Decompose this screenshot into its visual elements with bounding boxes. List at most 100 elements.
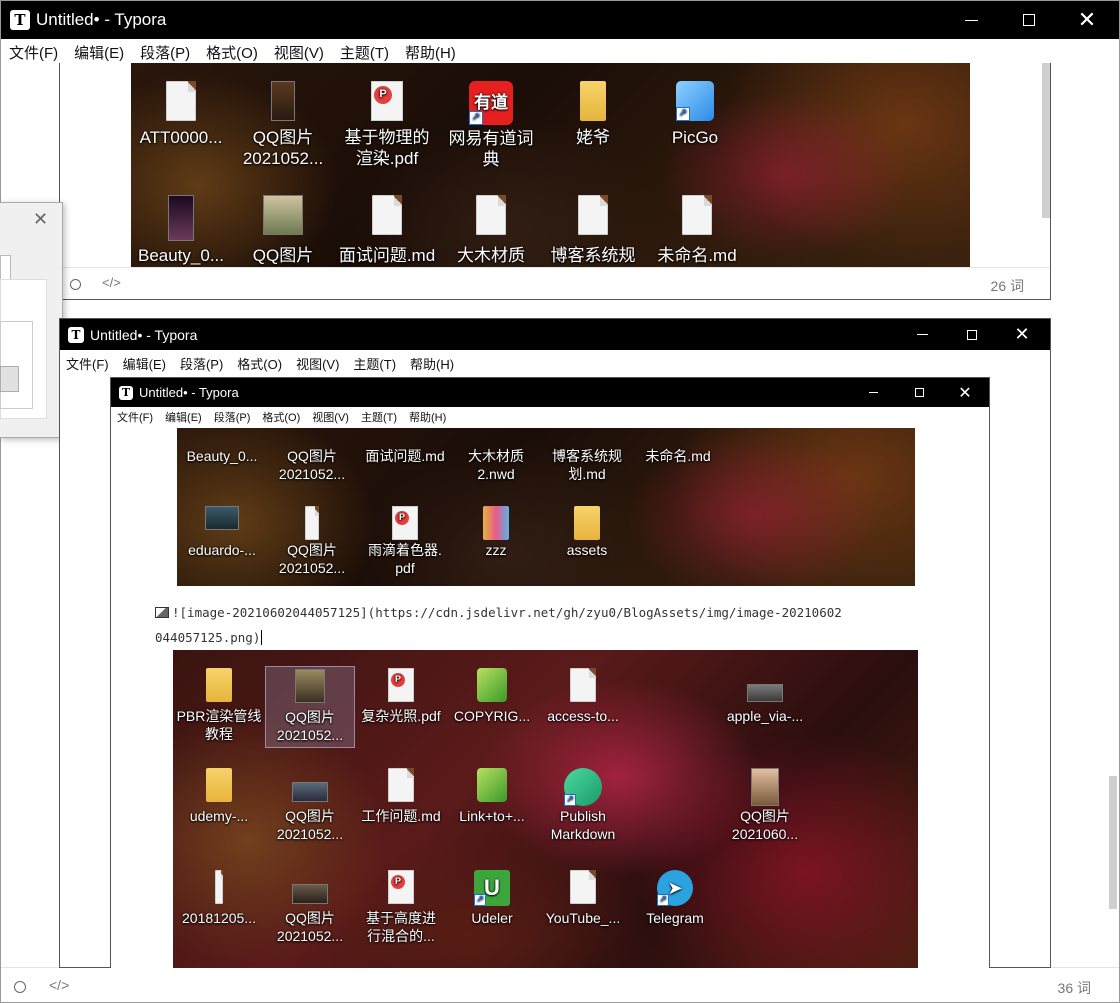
menu-theme[interactable]: 主题(T) [340,42,389,63]
shortcut-arrow-icon: ↗ [474,894,486,906]
typora-logo-icon: T [10,10,30,30]
inner1-statusbar: </> 26 词 [60,267,1050,299]
notepad-plus-plus-icon [477,768,507,802]
youdao-icon: 有道 ↗ [469,81,513,125]
dialog-button[interactable] [0,366,19,392]
menu-paragraph[interactable]: 段落(P) [214,409,251,425]
inner3-menubar: 文件(F) 编辑(E) 段落(P) 格式(O) 视图(V) 主题(T) 帮助(H… [111,407,989,427]
picgo-icon: ↗ [676,81,714,121]
image-thumb-icon [205,506,239,530]
outer-titlebar[interactable]: T Untitled• - Typora ✕ [1,1,1119,39]
desktop-icon: QQ图片 2021052... [265,768,355,843]
text-cursor [261,630,263,645]
desktop-icon: P 雨滴着色器. pdf [357,506,453,577]
file-icon [215,870,223,904]
desktop-icon: 大木材质 2.nwd [468,448,524,482]
desktop-icon: assets [539,506,635,560]
outer-statusbar: </> 36 词 [1,967,1119,1002]
desktop-icon: ↗ PicGo [647,81,743,148]
outer-scrollbar[interactable] [1109,776,1117,909]
dialog-tab[interactable] [0,255,11,281]
image-thumb-icon [751,768,779,806]
file-icon [388,768,414,802]
menu-format[interactable]: 格式(O) [206,42,258,63]
image-thumb-icon [295,669,325,703]
image-thumb-icon [292,884,328,904]
outline-toggle-icon[interactable] [14,981,26,993]
image-markdown-line[interactable]: ![image-20210602044057125](https://cdn.j… [155,600,955,650]
outline-toggle-icon[interactable] [70,279,81,290]
file-icon [578,195,609,235]
desktop-icon: 姥爷 [545,81,641,148]
desktop-icon: U ↗ Udeler [447,870,537,928]
menu-edit[interactable]: 编辑(E) [165,409,202,425]
menu-edit[interactable]: 编辑(E) [123,354,166,373]
udeler-icon: U ↗ [474,870,510,906]
inner3-titlebar[interactable]: T Untitled• - Typora ✕ [111,378,989,407]
inner2-titlebar[interactable]: T Untitled• - Typora ✕ [60,319,1050,350]
desktop-icon: 面试问题.md [365,448,445,464]
desktop-icon: 有道 ↗ 网易有道词 典 [441,81,541,171]
maximize-icon[interactable] [1001,1,1057,39]
menu-paragraph[interactable]: 段落(P) [140,42,190,63]
desktop-icon: 博客系统规 划.md [552,448,622,482]
file-icon [570,668,596,702]
menu-theme[interactable]: 主题(T) [361,409,397,425]
typora-logo-icon: T [68,326,84,343]
maximize-icon[interactable] [948,319,996,350]
image-thumb-icon [292,782,328,802]
pdf-icon: P [392,506,418,540]
menu-paragraph[interactable]: 段落(P) [180,354,223,373]
close-icon[interactable]: ✕ [998,319,1046,350]
source-mode-icon[interactable]: </> [102,275,121,290]
image-thumb-icon [271,81,295,121]
desktop-icon: 未命名.md [647,195,747,266]
image-thumb-icon [747,684,783,702]
inner1-scrollbar[interactable] [1042,63,1050,218]
inner2-title: Untitled• - Typora [90,326,198,343]
minimize-icon[interactable] [943,1,999,39]
inner1-word-count: 26 词 [990,278,1024,294]
telegram-icon: ➤ ↗ [657,870,693,906]
desktop-icon: eduardo-... [177,506,267,560]
inner2-menubar: 文件(F) 编辑(E) 段落(P) 格式(O) 视图(V) 主题(T) 帮助(H… [60,350,1050,376]
close-icon[interactable]: ✕ [943,378,987,407]
maximize-icon[interactable] [897,378,941,407]
minimize-icon[interactable] [898,319,946,350]
dialog-close-icon[interactable]: ✕ [33,209,48,230]
desktop-screenshot-1: ATT0000... QQ图片 2021052... P 基于物理的 渲染.pd… [131,63,970,267]
menu-file[interactable]: 文件(F) [66,354,109,373]
file-icon [476,195,507,235]
desktop-icon: access-to... [537,668,629,726]
menu-file[interactable]: 文件(F) [117,409,153,425]
menu-help[interactable]: 帮助(H) [409,409,446,425]
desktop-icon: ↗ Publish Markdown [537,768,629,843]
menu-file[interactable]: 文件(F) [9,42,58,63]
desktop-icon: 工作问题.md [355,768,447,826]
publish-markdown-icon: ↗ [564,768,602,806]
menu-view[interactable]: 视图(V) [312,409,349,425]
menu-theme[interactable]: 主题(T) [353,354,396,373]
menu-edit[interactable]: 编辑(E) [74,42,124,63]
menu-view[interactable]: 视图(V) [274,42,324,63]
inner3-title: Untitled• - Typora [139,385,239,400]
desktop-screenshot-3: PBR渲染管线 教程 QQ图片 2021052... P 复杂光照.pdf CO… [173,650,918,968]
desktop-icon: YouTube_... [537,870,629,928]
partial-dialog: ✕ [0,202,63,438]
source-mode-icon[interactable]: </> [49,977,69,993]
pdf-icon: P [371,81,403,121]
menu-format[interactable]: 格式(O) [237,354,282,373]
menu-view[interactable]: 视图(V) [296,354,339,373]
desktop-icon: QQ图片 2021052... [265,870,355,945]
menu-help[interactable]: 帮助(H) [405,42,456,63]
image-thumb-icon [168,195,194,241]
desktop-icon: P 基于高度进 行混合的... [355,870,447,945]
desktop-icon: 20181205... [173,870,265,928]
menu-help[interactable]: 帮助(H) [410,354,454,373]
minimize-icon[interactable] [851,378,895,407]
close-icon[interactable]: ✕ [1059,1,1115,39]
menu-format[interactable]: 格式(O) [262,409,300,425]
file-icon [166,81,197,121]
shortcut-arrow-icon: ↗ [564,794,576,806]
markdown-code-line-2: 044057125.png) [155,630,261,645]
